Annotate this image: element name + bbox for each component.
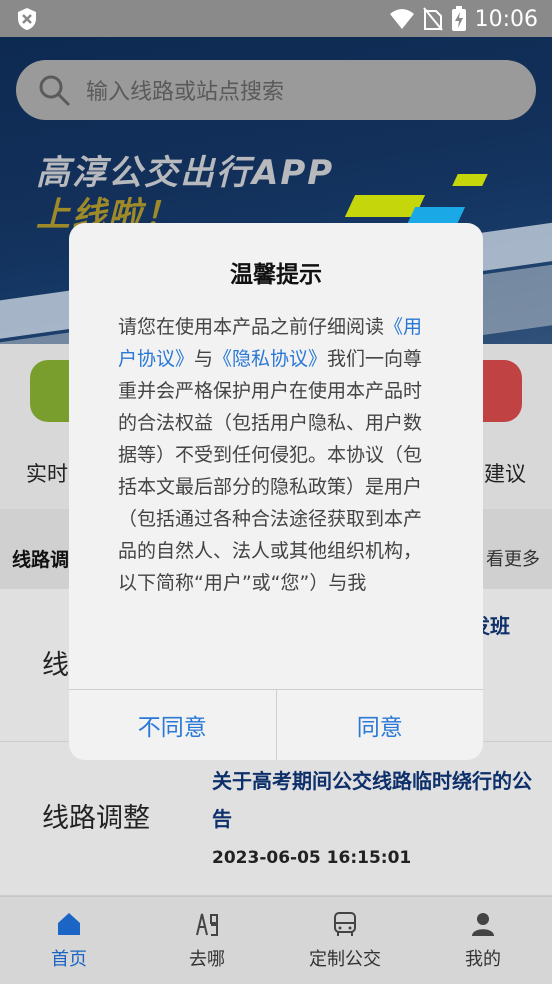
dialog-body-text: 我们一向尊重并会严格保护用户在使用本产品时的合法权益（包括用户隐私、用户数据等）… bbox=[118, 348, 423, 594]
dialog-body[interactable]: 请您在使用本产品之前仔细阅读《用户协议》与《隐私协议》我们一向尊重并会严格保护用… bbox=[118, 311, 434, 648]
privacy-policy-link[interactable]: 《隐私协议》 bbox=[213, 348, 327, 370]
disagree-button[interactable]: 不同意 bbox=[69, 690, 276, 760]
dialog-intro: 请您在使用本产品之前仔细阅读 bbox=[118, 316, 385, 338]
dialog-title: 温馨提示 bbox=[230, 262, 322, 288]
dialog-buttons: 不同意 同意 bbox=[69, 689, 483, 760]
agree-button[interactable]: 同意 bbox=[275, 690, 484, 760]
dialog-and: 与 bbox=[194, 348, 214, 370]
privacy-dialog: 温馨提示 请您在使用本产品之前仔细阅读《用户协议》与《隐私协议》我们一向尊重并会… bbox=[69, 223, 483, 760]
